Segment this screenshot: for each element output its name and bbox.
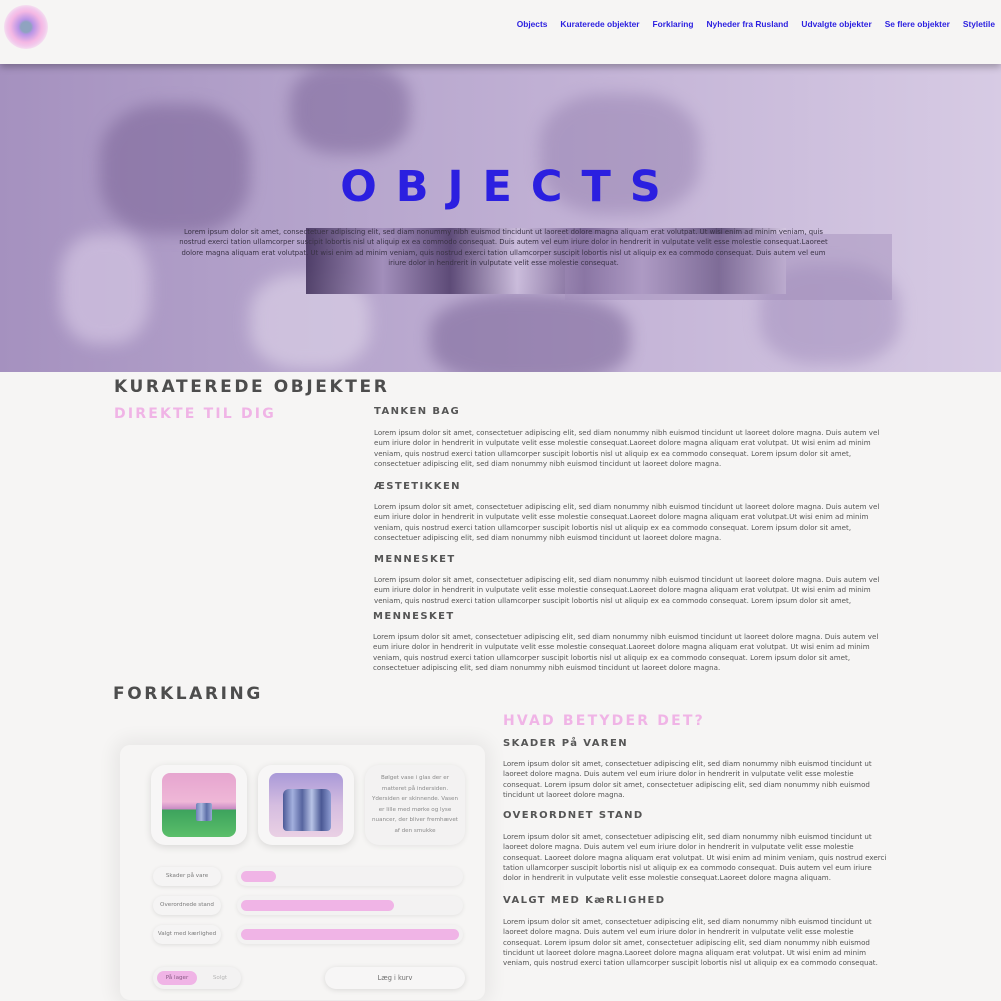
section-heading-skader: SKADER På VAREN — [503, 738, 628, 749]
nav-objects[interactable]: Objects — [517, 19, 548, 29]
main-nav: Objects Kuraterede objekter Forklaring N… — [517, 19, 995, 29]
site-header: Objects Kuraterede objekter Forklaring N… — [0, 0, 1001, 64]
rating-fill — [241, 929, 459, 940]
nav-se-flere-objekter[interactable]: Se flere objekter — [885, 19, 950, 29]
logo-icon[interactable] — [4, 5, 48, 49]
explanation-question: HVAD BETYDER DET? — [503, 713, 705, 729]
product-image — [162, 773, 236, 837]
product-thumbnail-1[interactable] — [151, 765, 247, 845]
hero-title: OBJECTS — [340, 162, 680, 212]
hero-background-shape — [430, 294, 630, 372]
nav-forklaring[interactable]: Forklaring — [653, 19, 694, 29]
nav-nyheder-fra-rusland[interactable]: Nyheder fra Rusland — [707, 19, 789, 29]
nav-styletile[interactable]: Styletile — [963, 19, 995, 29]
hero-background-shape — [290, 64, 410, 154]
vase-icon — [196, 803, 212, 821]
explanation-title: FORKLARING — [113, 684, 263, 704]
nav-udvalgte-objekter[interactable]: Udvalgte objekter — [801, 19, 871, 29]
section-text-tanken-bag: Lorem ipsum dolor sit amet, consectetuer… — [374, 428, 880, 468]
stock-off-label[interactable]: Solgt — [205, 971, 235, 985]
vase-icon — [283, 789, 331, 831]
rating-bar-overordnede-stand — [237, 896, 463, 915]
rating-label-overordnede-stand: Overordnede stand — [153, 896, 221, 915]
section-text-valgt-med-kaerlighed: Lorem ipsum dolor sit amet, consectetuer… — [503, 917, 878, 968]
section-heading-overordnet-stand: OVERORDNET STAND — [503, 810, 644, 821]
section-heading-mennesket: MENNESKET — [374, 554, 456, 565]
hero-banner: OBJECTS Lorem ipsum dolor sit amet, cons… — [0, 64, 1001, 372]
stock-on-label[interactable]: På lager — [157, 971, 197, 985]
rating-bar-valgt-med-kaerlighed — [237, 925, 463, 944]
section-heading-mennesket-2: MENNESKET — [373, 611, 455, 622]
hero-background-shape — [60, 234, 150, 344]
section-text-aestetikken: Lorem ipsum dolor sit amet, consectetuer… — [374, 502, 880, 542]
add-to-cart-button[interactable]: Læg i kurv — [325, 967, 465, 989]
section-text-overordnet-stand: Lorem ipsum dolor sit amet, consectetuer… — [503, 832, 887, 883]
section-text-mennesket-2: Lorem ipsum dolor sit amet, consectetuer… — [373, 632, 879, 672]
section-text-skader: Lorem ipsum dolor sit amet, consectetuer… — [503, 759, 872, 799]
section-text-mennesket: Lorem ipsum dolor sit amet, consectetuer… — [374, 575, 880, 606]
curated-title: KURATEREDE OBJEKTER — [114, 377, 390, 397]
product-card: Bølget vase i glas der er matteret på in… — [120, 745, 485, 1000]
hero-text: Lorem ipsum dolor sit amet, consectetuer… — [179, 228, 828, 267]
rating-fill — [241, 900, 394, 911]
rating-bar-skader — [237, 867, 463, 886]
section-heading-aestetikken: ÆSTETIKKEN — [374, 481, 461, 492]
nav-kuraterede-objekter[interactable]: Kuraterede objekter — [560, 19, 639, 29]
rating-label-valgt-med-kaerlighed: Valgt med kærlighed — [153, 925, 221, 944]
product-description: Bølget vase i glas der er matteret på in… — [365, 765, 465, 845]
rating-label-skader: Skader på vare — [153, 867, 221, 886]
section-heading-valgt-med-kaerlighed: VALGT MED KæRLIGHED — [503, 895, 666, 906]
curated-subtitle: DIREKTE TIL DIG — [114, 406, 276, 422]
section-heading-tanken-bag: TANKEN BAG — [374, 406, 461, 417]
product-thumbnail-2[interactable] — [258, 765, 354, 845]
stock-toggle[interactable]: På lager Solgt — [153, 967, 241, 989]
product-image — [269, 773, 343, 837]
rating-fill — [241, 871, 276, 882]
